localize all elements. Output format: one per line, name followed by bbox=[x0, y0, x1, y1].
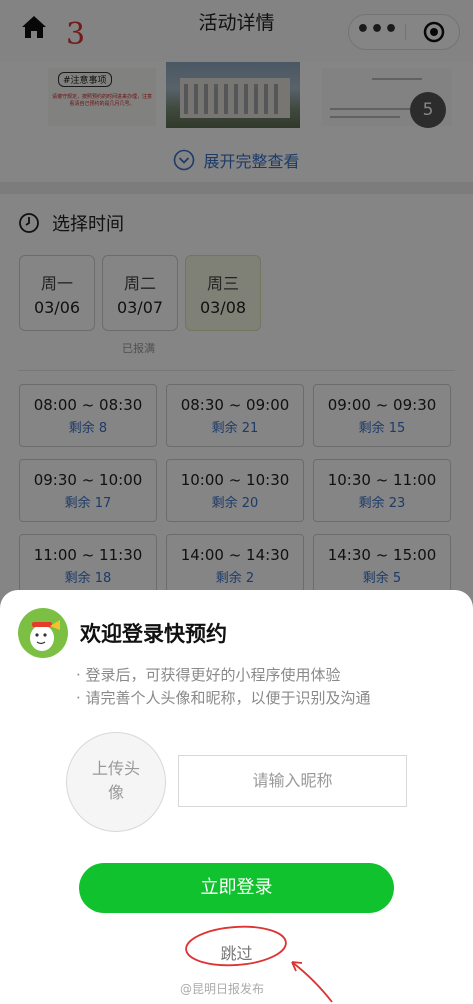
nickname-input[interactable]: 请输入昵称 bbox=[178, 755, 407, 807]
login-title: 欢迎登录快预约 bbox=[80, 622, 227, 646]
skip-button[interactable]: 跳过 bbox=[0, 940, 473, 964]
upload-avatar-label: 上传头像 bbox=[91, 759, 140, 802]
app-logo bbox=[18, 608, 68, 658]
login-sheet: 欢迎登录快预约 · 登录后，可获得更好的小程序使用体验 · 请完善个人头像和昵称… bbox=[0, 590, 473, 1004]
mascot-icon bbox=[30, 620, 60, 651]
login-tip: · 登录后，可获得更好的小程序使用体验 bbox=[76, 666, 341, 684]
login-button[interactable]: 立即登录 bbox=[79, 863, 394, 913]
watermark: @昆明日报发布 bbox=[180, 982, 265, 996]
login-tip: · 请完善个人头像和昵称，以便于识别及沟通 bbox=[76, 689, 371, 707]
upload-avatar-button[interactable]: 上传头像 bbox=[66, 732, 166, 832]
activity-detail-page: 3 活动详情 ••• #注意事项 请遵守规定，按照预约的时间进来办理，注意看清自… bbox=[0, 0, 473, 1004]
